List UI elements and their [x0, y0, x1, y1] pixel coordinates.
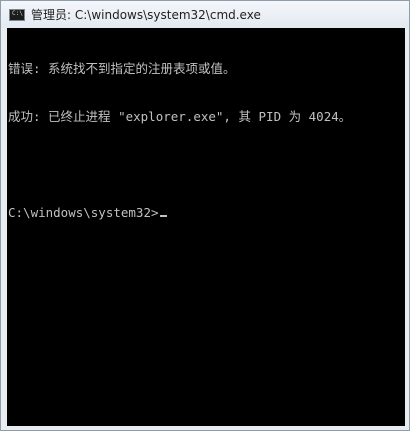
- cmd-icon[interactable]: C:\: [9, 8, 25, 21]
- command-prompt: C:\windows\system32>: [8, 205, 159, 220]
- console-output: 错误: 系统找不到指定的注册表项或值。 成功: 已终止进程 "explorer.…: [7, 28, 405, 253]
- console-prompt-line[interactable]: C:\windows\system32>: [8, 205, 405, 221]
- title-bar[interactable]: C:\ 管理员: C:\windows\system32\cmd.exe: [1, 1, 409, 28]
- cmd-icon-label: C:\: [12, 9, 23, 17]
- cmd-window: C:\ 管理员: C:\windows\system32\cmd.exe 错误:…: [0, 0, 410, 431]
- text-cursor: [159, 215, 167, 217]
- window-title: 管理员: C:\windows\system32\cmd.exe: [31, 8, 261, 22]
- console-line-success: 成功: 已终止进程 "explorer.exe", 其 PID 为 4024。: [8, 109, 352, 124]
- console-line-error: 错误: 系统找不到指定的注册表项或值。: [8, 61, 236, 76]
- console-area[interactable]: 错误: 系统找不到指定的注册表项或值。 成功: 已终止进程 "explorer.…: [7, 28, 405, 426]
